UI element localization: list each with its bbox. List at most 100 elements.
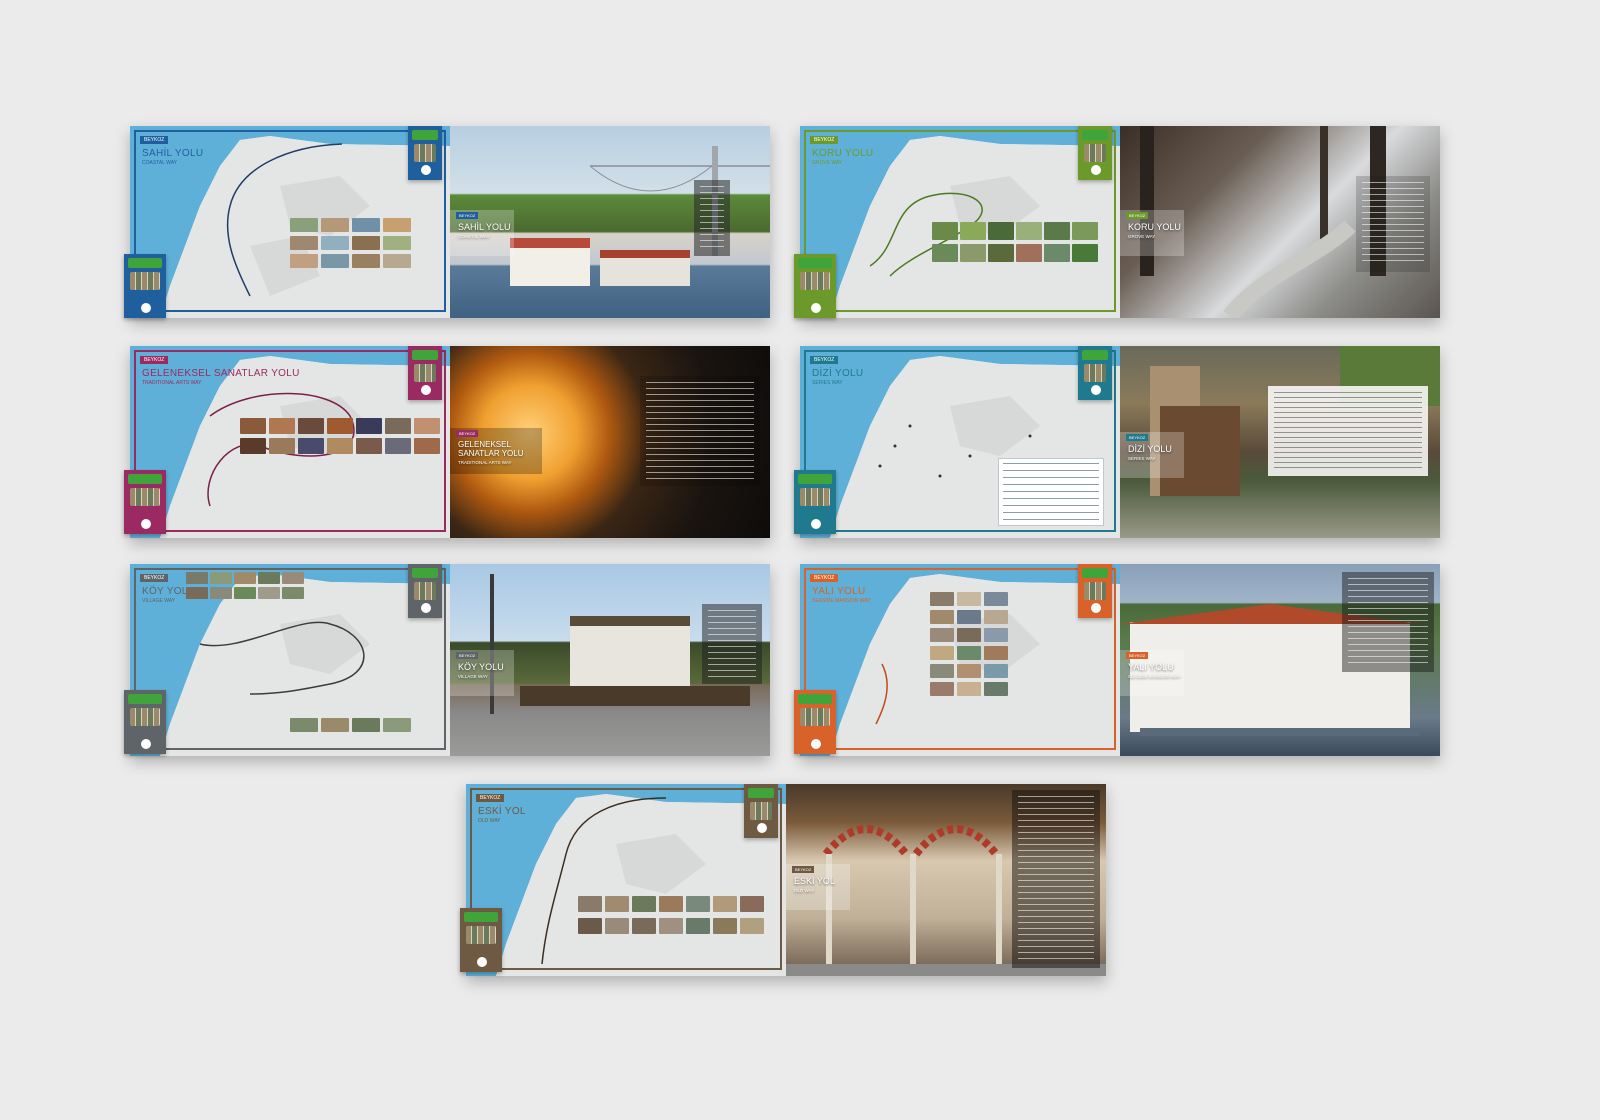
thumbnail: [414, 438, 440, 454]
badge-logo-bar: [1082, 130, 1108, 140]
location-tag: BEYKOZ: [810, 136, 839, 144]
badge-logo-bar: [412, 568, 438, 578]
municipality-logo-icon: [420, 602, 432, 614]
thumbnail: [1016, 222, 1042, 240]
thumbnail: [957, 646, 981, 660]
brand-badge: [408, 346, 442, 400]
thumbnail: [383, 236, 411, 250]
thumbnail: [385, 438, 411, 454]
badge-logo-bar: [798, 258, 832, 268]
info-text-panel: [1012, 790, 1100, 968]
thumbnail: [632, 896, 656, 912]
route-badge: [460, 908, 502, 972]
badge-logo-bar: [128, 474, 162, 484]
photo-route-title: SAHİL YOLU: [458, 222, 511, 232]
thumbnail: [713, 918, 737, 934]
thumbnail: [957, 592, 981, 606]
thumbnail: [210, 572, 232, 584]
thumbnail: [240, 438, 266, 454]
badge-thumbnails: [750, 802, 772, 820]
badge-logo-bar: [1082, 350, 1108, 360]
thumbnail: [1044, 244, 1070, 262]
spread-eski-yol: BEYKOZ ESKİ YOL OLD WAY BEYKOZ ESKİ YOL …: [460, 784, 1106, 976]
badge-logo-bar: [128, 694, 162, 704]
thumbnail: [605, 896, 629, 912]
location-tag: BEYKOZ: [140, 356, 169, 364]
photo-page: BEYKOZ GELENEKSEL SANATLAR YOLU TRADITIO…: [450, 346, 770, 538]
map-page: BEYKOZ GELENEKSEL SANATLAR YOLU TRADITIO…: [130, 346, 450, 538]
route-subtitle: COASTAL WAY: [142, 160, 178, 166]
thumbnail: [290, 718, 318, 732]
thumbnail: [930, 592, 954, 606]
badge-logo-bar: [128, 258, 162, 268]
thumbnail: [932, 222, 958, 240]
legend-lines: [1003, 463, 1099, 521]
photo-route-subtitle: OLD WAY: [794, 888, 815, 893]
badge-logo-bar: [748, 788, 774, 798]
badge-thumbnails: [414, 364, 436, 382]
thumbnail: [686, 918, 710, 934]
thumbnail: [984, 682, 1008, 696]
info-text-lines: [1274, 392, 1422, 470]
photo-thumbnails: [932, 222, 1098, 262]
thumbnail: [352, 254, 380, 268]
info-text-panel: [640, 376, 760, 486]
municipality-logo-icon: [1090, 164, 1102, 176]
info-text-panel: [1356, 176, 1430, 272]
thumbnail: [383, 718, 411, 732]
thumbnail: [298, 438, 324, 454]
photo-location-tag: BEYKOZ: [456, 430, 479, 437]
map-page: BEYKOZ SAHİL YOLU COASTAL WAY: [130, 126, 450, 318]
thumbnail: [605, 918, 629, 934]
badge-thumbnails: [130, 272, 160, 290]
thumbnail: [321, 236, 349, 250]
photo-thumbnails-top: [186, 572, 304, 599]
photo-page: BEYKOZ KORU YOLU GROVE WAY: [1120, 126, 1440, 318]
info-text-panel: [702, 604, 762, 684]
photo-location-tag: BEYKOZ: [1126, 434, 1149, 441]
thumbnail: [269, 418, 295, 434]
map-page: BEYKOZ YALI YOLU SEASIDE MANSION WAY: [800, 564, 1120, 756]
route-title: SAHİL YOLU: [142, 148, 204, 159]
route-title: KORU YOLU: [812, 148, 874, 159]
thumbnail: [186, 572, 208, 584]
thumbnail: [713, 896, 737, 912]
spread-dizi-yolu: BEYKOZ DİZİ YOLU SERIES WAY BEYKOZ DİZİ …: [794, 346, 1440, 538]
badge-logo-bar: [412, 130, 438, 140]
route-title: ESKİ YOL: [478, 806, 526, 817]
photo-thumbnails: [930, 592, 1008, 696]
municipality-logo-icon: [476, 956, 488, 968]
location-tag: BEYKOZ: [810, 574, 839, 582]
thumbnail: [984, 628, 1008, 642]
thumbnail: [352, 236, 380, 250]
route-badge: [124, 690, 166, 754]
thumbnail: [385, 418, 411, 434]
thumbnail: [352, 718, 380, 732]
brand-badge: [744, 784, 778, 838]
badge-thumbnails: [800, 272, 830, 290]
route-title: YALI YOLU: [812, 586, 866, 597]
badge-thumbnails: [1084, 364, 1106, 382]
municipality-logo-icon: [420, 384, 432, 396]
spread-sahil-yolu: BEYKOZ SAHİL YOLU COASTAL WAY BEYKOZ SAH…: [124, 126, 770, 318]
route-badge: [794, 690, 836, 754]
thumbnail: [957, 664, 981, 678]
spread-yali-yolu: BEYKOZ YALI YOLU SEASIDE MANSION WAY BEY…: [794, 564, 1440, 756]
info-text-lines: [1348, 578, 1428, 666]
brand-badge: [408, 564, 442, 618]
brand-badge: [1078, 564, 1112, 618]
info-text-lines: [708, 610, 756, 678]
thumbnail: [960, 244, 986, 262]
badge-logo-bar: [464, 912, 498, 922]
spread-koy-yolu: BEYKOZ KÖY YOLU VILLAGE WAY BEYKOZ KÖY Y…: [124, 564, 770, 756]
thumbnail: [578, 896, 602, 912]
thumbnail: [290, 236, 318, 250]
badge-thumbnails: [130, 708, 160, 726]
thumbnail: [298, 418, 324, 434]
thumbnail: [356, 418, 382, 434]
municipality-logo-icon: [140, 302, 152, 314]
route-title: GELENEKSEL SANATLAR YOLU: [142, 368, 300, 379]
photo-page: BEYKOZ KÖY YOLU VILLAGE WAY: [450, 564, 770, 756]
thumbnail: [290, 218, 318, 232]
badge-logo-bar: [798, 474, 832, 484]
